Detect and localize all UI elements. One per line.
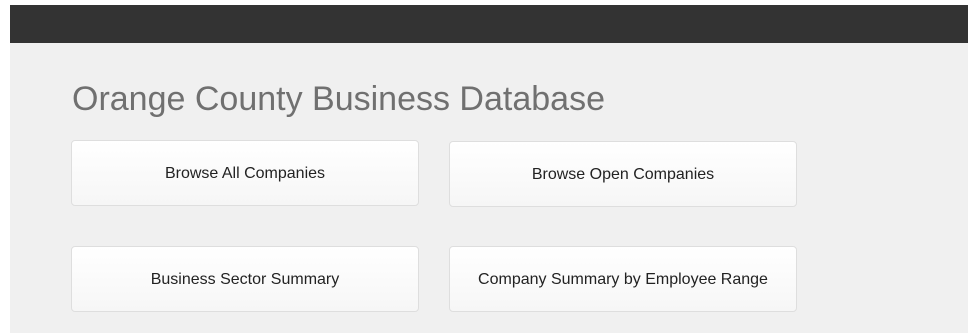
browse-open-companies-button[interactable]: Browse Open Companies (449, 141, 797, 207)
browse-all-companies-label: Browse All Companies (164, 164, 326, 182)
top-navigation-bar (10, 5, 968, 43)
page-title: Orange County Business Database (72, 80, 605, 118)
app-window: Orange County Business Database Browse A… (0, 0, 968, 333)
company-summary-employee-range-button[interactable]: Company Summary by Employee Range (449, 246, 797, 312)
main-content: Orange County Business Database Browse A… (10, 43, 968, 333)
browse-open-companies-label: Browse Open Companies (531, 165, 715, 183)
company-summary-employee-range-label: Company Summary by Employee Range (478, 270, 768, 288)
business-sector-summary-button[interactable]: Business Sector Summary (71, 246, 419, 312)
business-sector-summary-label: Business Sector Summary (150, 270, 340, 288)
browse-all-companies-button[interactable]: Browse All Companies (71, 140, 419, 206)
